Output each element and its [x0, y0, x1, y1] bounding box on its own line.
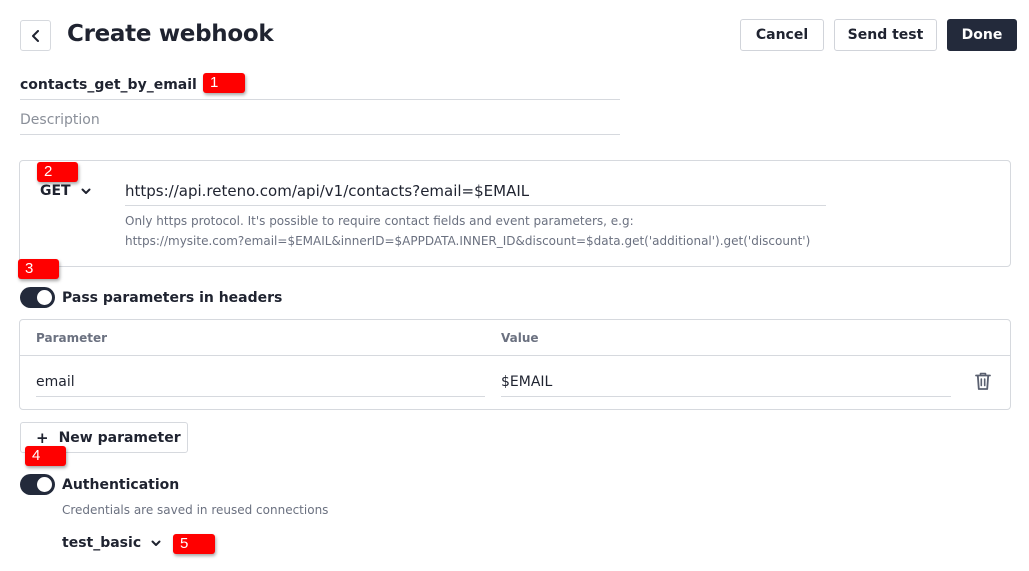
authentication-toggle[interactable]	[20, 474, 55, 495]
annotation-badge-2: 2	[37, 162, 78, 182]
chevron-down-icon	[81, 188, 91, 194]
annotation-badge-4: 4	[25, 446, 66, 466]
cancel-button[interactable]: Cancel	[740, 19, 824, 51]
request-url-input[interactable]: https://api.reteno.com/api/v1/contacts?e…	[125, 177, 826, 206]
webhook-name-field[interactable]: contacts_get_by_email	[20, 70, 620, 100]
description-field[interactable]: Description	[20, 105, 620, 135]
column-header-value: Value	[501, 331, 539, 345]
plus-icon: +	[36, 428, 49, 447]
chevron-down-icon	[151, 540, 161, 546]
connection-label: test_basic	[62, 535, 142, 551]
request-url-box: GET https://api.reteno.com/api/v1/contac…	[19, 160, 1011, 267]
authentication-note: Credentials are saved in reused connecti…	[62, 503, 329, 517]
annotation-badge-3: 3	[18, 259, 59, 279]
trash-icon[interactable]	[974, 371, 992, 391]
url-hint: Only https protocol. It's possible to re…	[125, 211, 985, 251]
chevron-left-icon	[31, 29, 39, 42]
url-hint-line: Only https protocol. It's possible to re…	[125, 214, 634, 228]
parameter-value-input[interactable]: $EMAIL	[501, 368, 951, 397]
pass-headers-label: Pass parameters in headers	[62, 290, 283, 306]
http-method-select[interactable]: GET	[40, 183, 91, 199]
toggle-knob	[37, 477, 52, 492]
authentication-label: Authentication	[62, 477, 180, 493]
toggle-knob	[37, 290, 52, 305]
table-header: Parameter Value	[20, 320, 1010, 356]
page-title: Create webhook	[67, 21, 274, 47]
connection-select[interactable]: test_basic	[62, 535, 161, 551]
header-parameters-table: Parameter Value email $EMAIL	[19, 319, 1011, 410]
url-hint-example: https://mysite.com?email=$EMAIL&innerID=…	[125, 234, 811, 248]
http-method-label: GET	[40, 183, 71, 199]
done-button[interactable]: Done	[947, 19, 1017, 51]
pass-headers-toggle[interactable]	[20, 287, 55, 308]
annotation-badge-5: 5	[173, 534, 215, 554]
column-header-parameter: Parameter	[36, 331, 108, 345]
parameter-name-input[interactable]: email	[36, 368, 485, 397]
new-parameter-label: New parameter	[58, 429, 181, 446]
back-button[interactable]	[20, 20, 51, 51]
send-test-button[interactable]: Send test	[834, 19, 937, 51]
annotation-badge-1: 1	[203, 73, 245, 93]
